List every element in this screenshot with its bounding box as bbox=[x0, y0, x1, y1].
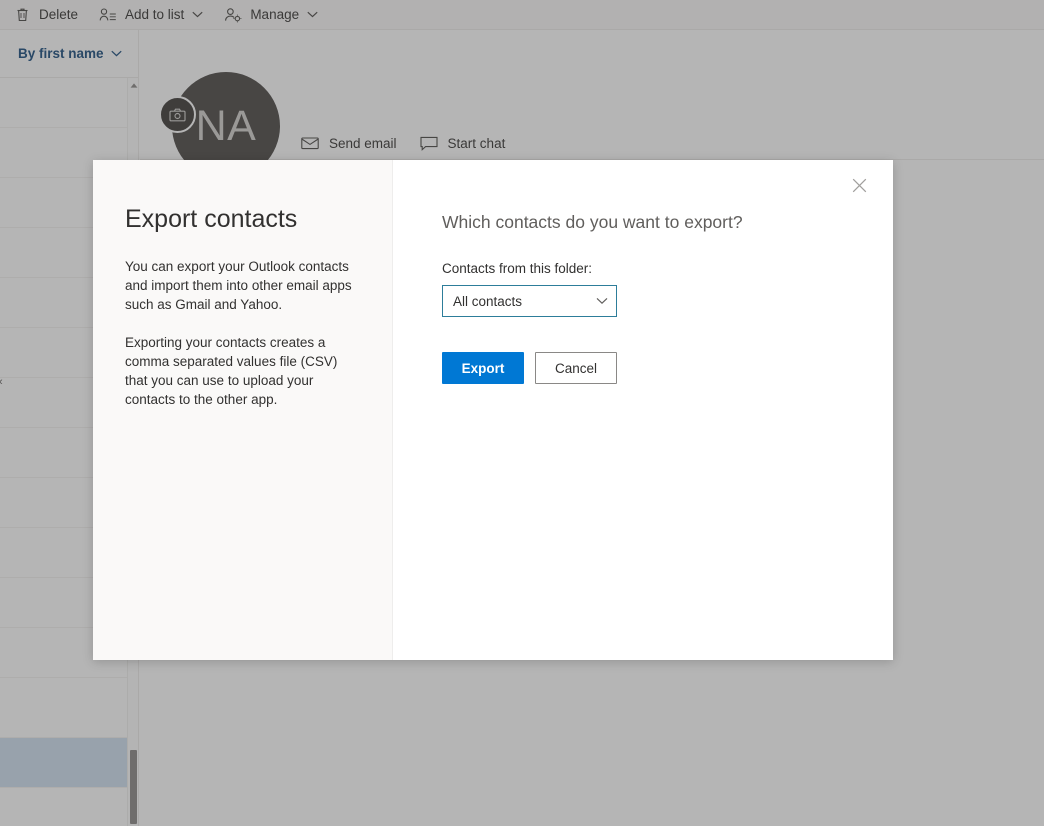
dialog-description-1: You can export your Outlook contacts and… bbox=[125, 258, 352, 312]
cancel-button[interactable]: Cancel bbox=[535, 352, 617, 384]
folder-select-value: All contacts bbox=[453, 293, 523, 309]
export-button[interactable]: Export bbox=[442, 352, 524, 384]
folder-select[interactable]: All contacts bbox=[442, 285, 617, 317]
app-root: Delete Add to list Manage By first name … bbox=[0, 0, 1044, 826]
dialog-info-panel: Export contacts You can export your Outl… bbox=[93, 160, 393, 660]
close-icon[interactable] bbox=[843, 169, 875, 201]
folder-select-wrap: All contacts bbox=[442, 285, 617, 317]
export-contacts-dialog: Export contacts You can export your Outl… bbox=[93, 160, 893, 660]
dialog-description-2: Exporting your contacts creates a comma … bbox=[125, 334, 338, 407]
dialog-form-panel: Which contacts do you want to export? Co… bbox=[393, 160, 893, 660]
dialog-button-row: Export Cancel bbox=[442, 352, 853, 384]
dialog-question: Which contacts do you want to export? bbox=[442, 212, 743, 232]
folder-field-label: Contacts from this folder: bbox=[442, 261, 593, 276]
page-title: Export contacts bbox=[125, 205, 298, 233]
